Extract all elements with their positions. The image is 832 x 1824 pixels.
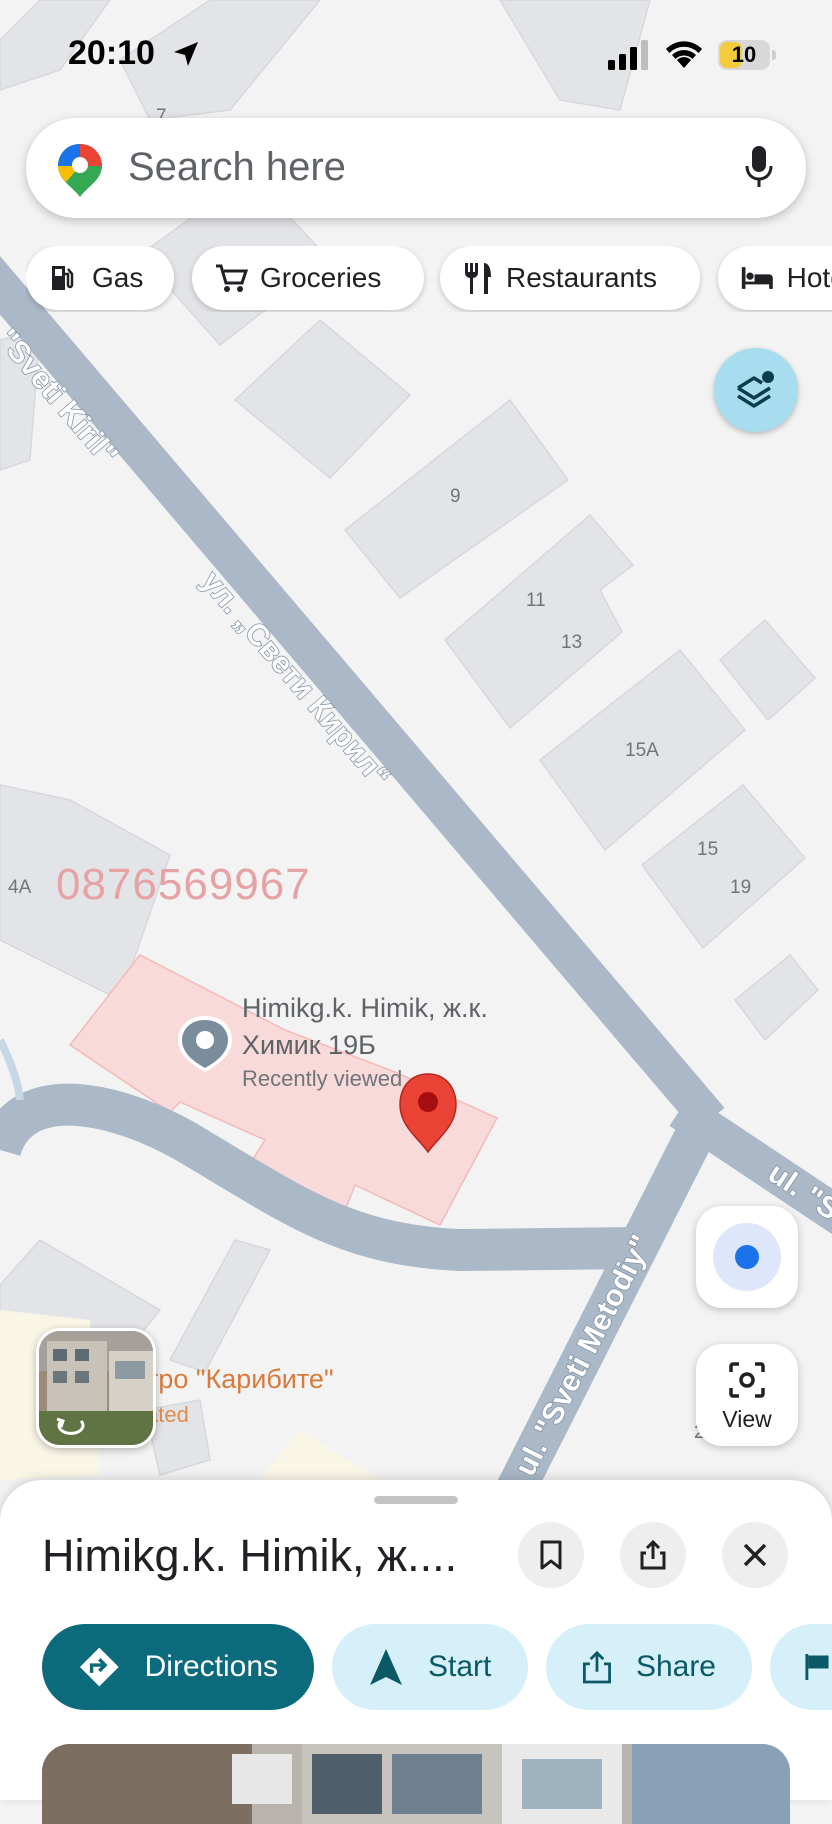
cart-icon <box>216 264 248 292</box>
house-number: 9 <box>450 486 461 507</box>
search-placeholder: Search here <box>128 145 346 189</box>
house-number: 13 <box>561 632 582 653</box>
chip-label: Gas <box>92 262 144 293</box>
recently-viewed-label: Recently viewed <box>242 1066 403 1091</box>
battery-indicator: 10 <box>718 40 776 70</box>
chip-label: Hotels <box>786 262 832 293</box>
directions-icon <box>79 1647 119 1687</box>
chip-label: Restaurants <box>506 262 657 293</box>
phone-number-overlay: 0876569967 <box>56 860 311 909</box>
flag-icon <box>805 1654 829 1680</box>
share-icon <box>582 1650 611 1684</box>
location-arrow-icon <box>174 42 198 66</box>
location-dot-icon <box>735 1245 759 1269</box>
search-bar[interactable]: Search here <box>26 118 806 218</box>
chip-restaurants[interactable]: Restaurants <box>440 246 700 310</box>
bed-icon <box>741 267 773 289</box>
house-number: 11 <box>526 590 546 611</box>
house-number: 15A <box>625 740 659 761</box>
chip-hotels[interactable]: Hotels <box>718 246 832 310</box>
gas-station-icon <box>52 266 74 290</box>
place-label-line1: Himikg.k. Himik, ж.к. <box>242 993 488 1023</box>
chip-gas[interactable]: Gas <box>26 246 174 310</box>
directions-label: Directions <box>144 1650 278 1683</box>
poi-label[interactable]: тро "Карибите" <box>146 1364 334 1395</box>
drag-handle[interactable] <box>374 1496 458 1504</box>
layers-button[interactable] <box>714 348 798 432</box>
share-icon <box>640 1539 666 1570</box>
place-bottom-sheet: Himikg.k. Himik, ж.... Directions Start … <box>0 1480 832 1824</box>
fork-knife-icon <box>465 263 491 294</box>
start-label: Start <box>428 1650 492 1683</box>
street-view-thumbnail[interactable] <box>36 1328 156 1448</box>
view-label: View <box>722 1406 772 1432</box>
status-time: 20:10 <box>68 34 155 72</box>
camera-lens-icon <box>729 1362 765 1398</box>
google-maps-pin-icon <box>58 144 102 197</box>
start-button[interactable]: Start <box>332 1624 528 1710</box>
share-label: Share <box>635 1650 716 1683</box>
place-label-line2: Химик 19Б <box>242 1030 376 1060</box>
microphone-icon[interactable] <box>744 144 774 190</box>
bookmark-icon <box>540 1540 562 1570</box>
street-view-photo <box>39 1331 153 1445</box>
place-title: Himikg.k. Himik, ж.... <box>42 1530 458 1581</box>
action-buttons-row: Directions Start Share <box>0 1624 832 1714</box>
category-chips: Gas Groceries Restaurants Hotels <box>26 246 832 312</box>
my-location-button[interactable] <box>696 1206 798 1308</box>
place-photo[interactable] <box>42 1744 790 1824</box>
view-lens-button[interactable]: View <box>696 1344 798 1446</box>
battery-level: 10 <box>731 42 757 67</box>
save-button[interactable] <box>518 1522 584 1588</box>
close-button[interactable] <box>722 1522 788 1588</box>
save-list-button[interactable] <box>770 1624 832 1710</box>
house-number: 15 <box>697 839 718 860</box>
close-icon <box>743 1543 767 1567</box>
share-icon-button[interactable] <box>620 1522 686 1588</box>
house-number: 19 <box>730 877 751 898</box>
status-bar: 20:10 10 <box>0 0 832 100</box>
place-label[interactable]: Himikg.k. Himik, ж.к. Химик 19Б <box>242 990 488 1064</box>
chip-label: Groceries <box>260 262 382 293</box>
cellular-signal-icon <box>608 40 648 70</box>
place-photo-image <box>42 1744 790 1824</box>
share-button[interactable]: Share <box>546 1624 752 1710</box>
chip-groceries[interactable]: Groceries <box>192 246 424 310</box>
directions-button[interactable]: Directions <box>42 1624 314 1710</box>
navigation-arrow-icon <box>370 1649 402 1685</box>
house-number: 4A <box>8 877 32 898</box>
layers-icon <box>737 371 774 408</box>
wifi-icon <box>666 41 702 68</box>
